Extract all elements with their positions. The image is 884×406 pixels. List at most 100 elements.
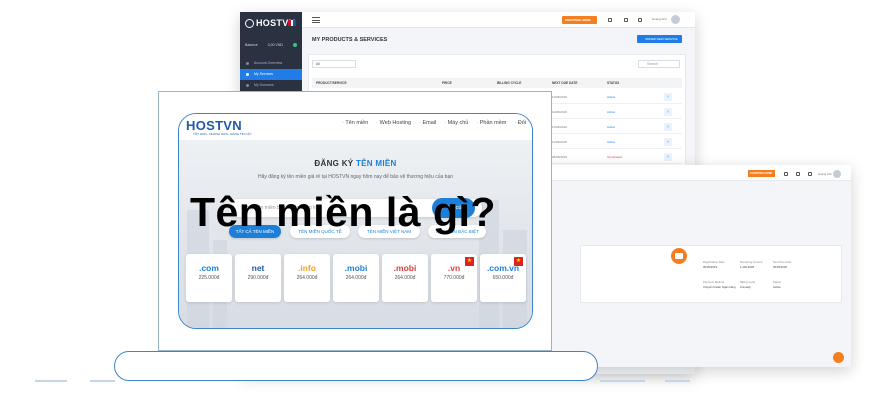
chat-icon[interactable] xyxy=(671,248,687,264)
nav-link-servers[interactable]: Máy chủ xyxy=(444,120,469,126)
chat-icon[interactable] xyxy=(833,352,844,363)
shopping-home-button[interactable]: SHOPPING HOME xyxy=(748,170,775,177)
tld-card[interactable]: .mobi 264.000đ xyxy=(382,254,428,302)
base-pill-shape xyxy=(114,351,598,381)
tld-card[interactable]: .mobi 264.000đ xyxy=(333,254,379,302)
divider-line xyxy=(90,380,115,382)
menu-icon[interactable] xyxy=(312,17,320,23)
site-navbar: HOSTVN TỐT HƠN - NHANH HƠN - ĐÁNG TIN CẬ… xyxy=(179,114,532,140)
overlay-title: Tên miền là gì? xyxy=(190,189,496,235)
status-badge: Active xyxy=(607,95,616,99)
details-panel xyxy=(580,245,842,303)
filter-select[interactable]: All xyxy=(312,60,356,68)
avatar[interactable] xyxy=(833,170,841,178)
tld-card[interactable]: net 290.000đ xyxy=(235,254,281,302)
row-action-button[interactable]: › xyxy=(664,93,672,101)
column-header[interactable]: STATUS xyxy=(607,81,619,85)
status-badge: Active xyxy=(607,110,616,114)
user-name[interactable]: Hoang Anh xyxy=(652,17,667,21)
portal-nav: Account Overview My Services My Domains xyxy=(240,58,302,91)
column-header[interactable]: NEXT DUE DATE xyxy=(552,81,577,85)
divider-line xyxy=(600,380,645,382)
uk-flag-icon[interactable] xyxy=(288,20,296,26)
detail-field: Billing Cycle Annually xyxy=(740,280,756,289)
status-badge: Active xyxy=(607,125,616,129)
page-title: MY PRODUCTS & SERVICES xyxy=(312,37,388,43)
detail-field: Registration Date 05/05/2019 xyxy=(703,260,725,269)
detail-field: Recurring Amount 1.200.000đ xyxy=(740,260,763,269)
tld-price: 225.000đ xyxy=(198,275,220,281)
balance-box: Balance 0,00 VND xyxy=(245,40,297,50)
tld-card[interactable]: ★ .vn 770.000đ xyxy=(431,254,477,302)
nav-item-account-overview[interactable]: Account Overview xyxy=(240,58,302,69)
nav-link-domains[interactable]: Tên miền xyxy=(342,120,368,126)
tld-extension: .info xyxy=(298,263,316,273)
tld-extension: .com xyxy=(199,263,219,273)
logo-mark-icon xyxy=(245,18,254,28)
row-action-button[interactable]: › xyxy=(664,123,672,131)
site-nav-links: Tên miền Web Hosting Email Máy chủ Phần … xyxy=(342,120,526,126)
details-topbar xyxy=(520,165,851,181)
table-header: PRODUCT/SERVICE PRICE BILLING CYCLE NEXT… xyxy=(312,78,682,88)
tld-price: 650.000đ xyxy=(492,275,514,281)
row-action-button[interactable]: › xyxy=(664,153,672,161)
column-header[interactable]: BILLING CYCLE xyxy=(497,81,521,85)
row-action-button[interactable]: › xyxy=(664,108,672,116)
detail-field: Next Due Date 05/05/2020 xyxy=(773,260,792,269)
column-header[interactable]: PRODUCT/SERVICE xyxy=(316,81,347,85)
divider-line xyxy=(35,380,67,382)
cart-icon[interactable] xyxy=(608,18,612,22)
nav-link-software[interactable]: Phần mềm xyxy=(476,120,507,126)
avatar[interactable] xyxy=(671,15,680,24)
tld-card[interactable]: .info 264.000đ xyxy=(284,254,330,302)
site-tagline: TỐT HƠN - NHANH HƠN - ĐÁNG TIN CẬY xyxy=(193,132,252,136)
settings-icon[interactable] xyxy=(796,172,800,176)
tld-price: 290.000đ xyxy=(247,275,269,281)
nav-link-partners[interactable]: Đối xyxy=(514,120,526,126)
due-date: 11/06/2019 xyxy=(552,95,567,99)
due-date: 11/06/2019 xyxy=(552,125,567,129)
shopping-home-button[interactable]: SHOPPING HOME xyxy=(562,16,597,24)
site-logo[interactable]: HOSTVN xyxy=(186,118,242,133)
vietnam-flag-icon: ★ xyxy=(465,257,474,266)
due-date: 11/06/2019 xyxy=(552,140,567,144)
nav-item-my-services[interactable]: My Services xyxy=(240,69,302,80)
user-name[interactable]: Hoang Anh xyxy=(818,172,832,176)
service-details-window: SHOPPING HOME Hoang Anh Registration Dat… xyxy=(520,165,851,367)
row-action-button[interactable]: › xyxy=(664,138,672,146)
portal-topbar xyxy=(302,12,695,28)
nav-link-web-hosting[interactable]: Web Hosting xyxy=(376,120,411,126)
due-date: 06/06/2019 xyxy=(552,155,568,159)
tld-card[interactable]: .com 225.000đ xyxy=(186,254,232,302)
tld-extension: .mobi xyxy=(393,263,417,273)
balance-value: 0,00 VND xyxy=(267,43,283,47)
detail-field: Payment Method Chuyển khoản Ngân hàng xyxy=(703,280,736,289)
detail-field: Status Active xyxy=(773,280,781,289)
tld-extension: net xyxy=(251,263,265,273)
tld-price: 264.000đ xyxy=(345,275,367,281)
nav-item-my-domains[interactable]: My Domains xyxy=(240,80,302,91)
settings-icon[interactable] xyxy=(624,18,628,22)
cart-icon[interactable] xyxy=(784,172,788,176)
hero-title: ĐĂNG KÝ TÊN MIỀN xyxy=(314,159,397,168)
nav-link-email[interactable]: Email xyxy=(419,120,436,126)
status-badge: Terminated xyxy=(607,155,622,159)
composite-stage: HOSTVN Balance 0,00 VND Account Overview … xyxy=(0,0,884,406)
hero-subtitle: Hãy đăng ký tên miền giá rẻ tại HOSTVN n… xyxy=(257,174,454,180)
search-input[interactable]: Search xyxy=(638,60,680,68)
status-dot-icon xyxy=(293,43,297,47)
tld-price: 264.000đ xyxy=(394,275,416,281)
notification-icon[interactable] xyxy=(808,172,812,176)
vietnam-flag-icon: ★ xyxy=(514,257,523,266)
tld-price: 264.000đ xyxy=(296,275,318,281)
tld-card[interactable]: ★ .com.vn 650.000đ xyxy=(480,254,526,302)
column-header[interactable]: PRICE xyxy=(442,81,452,85)
divider-line xyxy=(665,380,690,382)
status-badge: Active xyxy=(607,140,616,144)
balance-label: Balance xyxy=(245,43,258,47)
tld-price: 770.000đ xyxy=(443,275,465,281)
notification-icon[interactable] xyxy=(638,18,642,22)
order-new-service-button[interactable]: ORDER NEW SERVICE xyxy=(637,35,682,43)
tld-extension: .mobi xyxy=(344,263,368,273)
due-date: 11/06/2019 xyxy=(552,110,567,114)
